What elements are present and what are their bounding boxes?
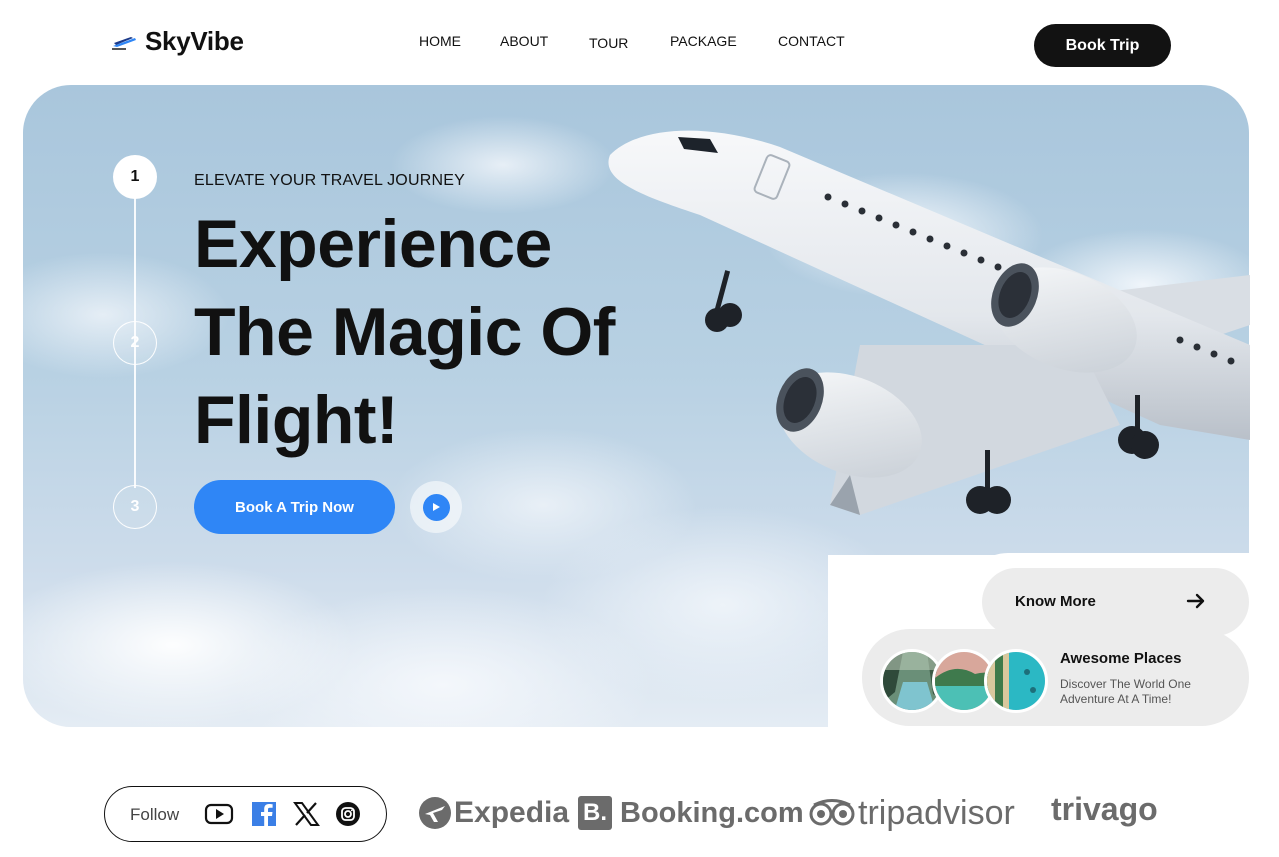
play-icon: [422, 493, 450, 521]
partner-tripadvisor[interactable]: tripadvisor: [808, 790, 1015, 836]
instagram-icon[interactable]: [333, 800, 363, 828]
nav-about[interactable]: ABOUT: [500, 33, 548, 49]
know-more-label: Know More: [1015, 593, 1096, 610]
partner-name-tripadvisor: tripadvisor: [858, 793, 1015, 832]
partner-name-booking: Booking.com: [620, 796, 804, 829]
airplane-logo-icon: [112, 36, 136, 50]
step-1[interactable]: 1: [113, 155, 157, 199]
partner-trivago[interactable]: trivago: [1051, 786, 1158, 832]
follow-label: Follow: [130, 805, 180, 824]
nav-tour[interactable]: TOUR: [589, 35, 628, 51]
book-trip-button[interactable]: Book Trip: [1034, 24, 1171, 67]
awesome-places-title: Awesome Places: [1060, 650, 1182, 667]
place-thumbnail-beach[interactable]: [984, 649, 1048, 713]
partner-name-expedia: Expedia: [454, 796, 570, 829]
awesome-places-subtitle: Discover The World One Adventure At A Ti…: [1060, 677, 1191, 706]
tripadvisor-owl-icon: [809, 799, 855, 826]
x-icon[interactable]: [291, 800, 321, 828]
nav-package[interactable]: PACKAGE: [670, 33, 737, 49]
expedia-logo-icon: [419, 797, 451, 829]
play-video-button[interactable]: [410, 481, 462, 533]
brand-name: SkyVibe: [145, 26, 244, 56]
nav-home[interactable]: HOME: [419, 33, 461, 49]
partner-name-trivago: trivago: [1051, 790, 1158, 827]
step-3[interactable]: 3: [113, 485, 157, 529]
youtube-icon[interactable]: [204, 800, 234, 828]
arrow-right-icon[interactable]: [1185, 590, 1207, 612]
hero-eyebrow: ELEVATE YOUR TRAVEL JOURNEY: [194, 172, 465, 189]
hero-headline: Experience The Magic Of Flight!: [194, 206, 615, 458]
step-2[interactable]: 2: [113, 321, 157, 365]
booking-logo-icon: B.: [578, 796, 612, 830]
partner-booking[interactable]: B. Booking.com: [578, 790, 804, 836]
book-a-trip-now-button[interactable]: Book A Trip Now: [194, 480, 395, 534]
site-header: SkyVibe HOME ABOUT TOUR PACKAGE CONTACT …: [0, 0, 1279, 84]
facebook-icon[interactable]: [250, 800, 280, 828]
nav-contact[interactable]: CONTACT: [778, 33, 845, 49]
brand-logo[interactable]: SkyVibe: [111, 26, 244, 57]
partner-expedia[interactable]: Expedia: [418, 790, 569, 836]
